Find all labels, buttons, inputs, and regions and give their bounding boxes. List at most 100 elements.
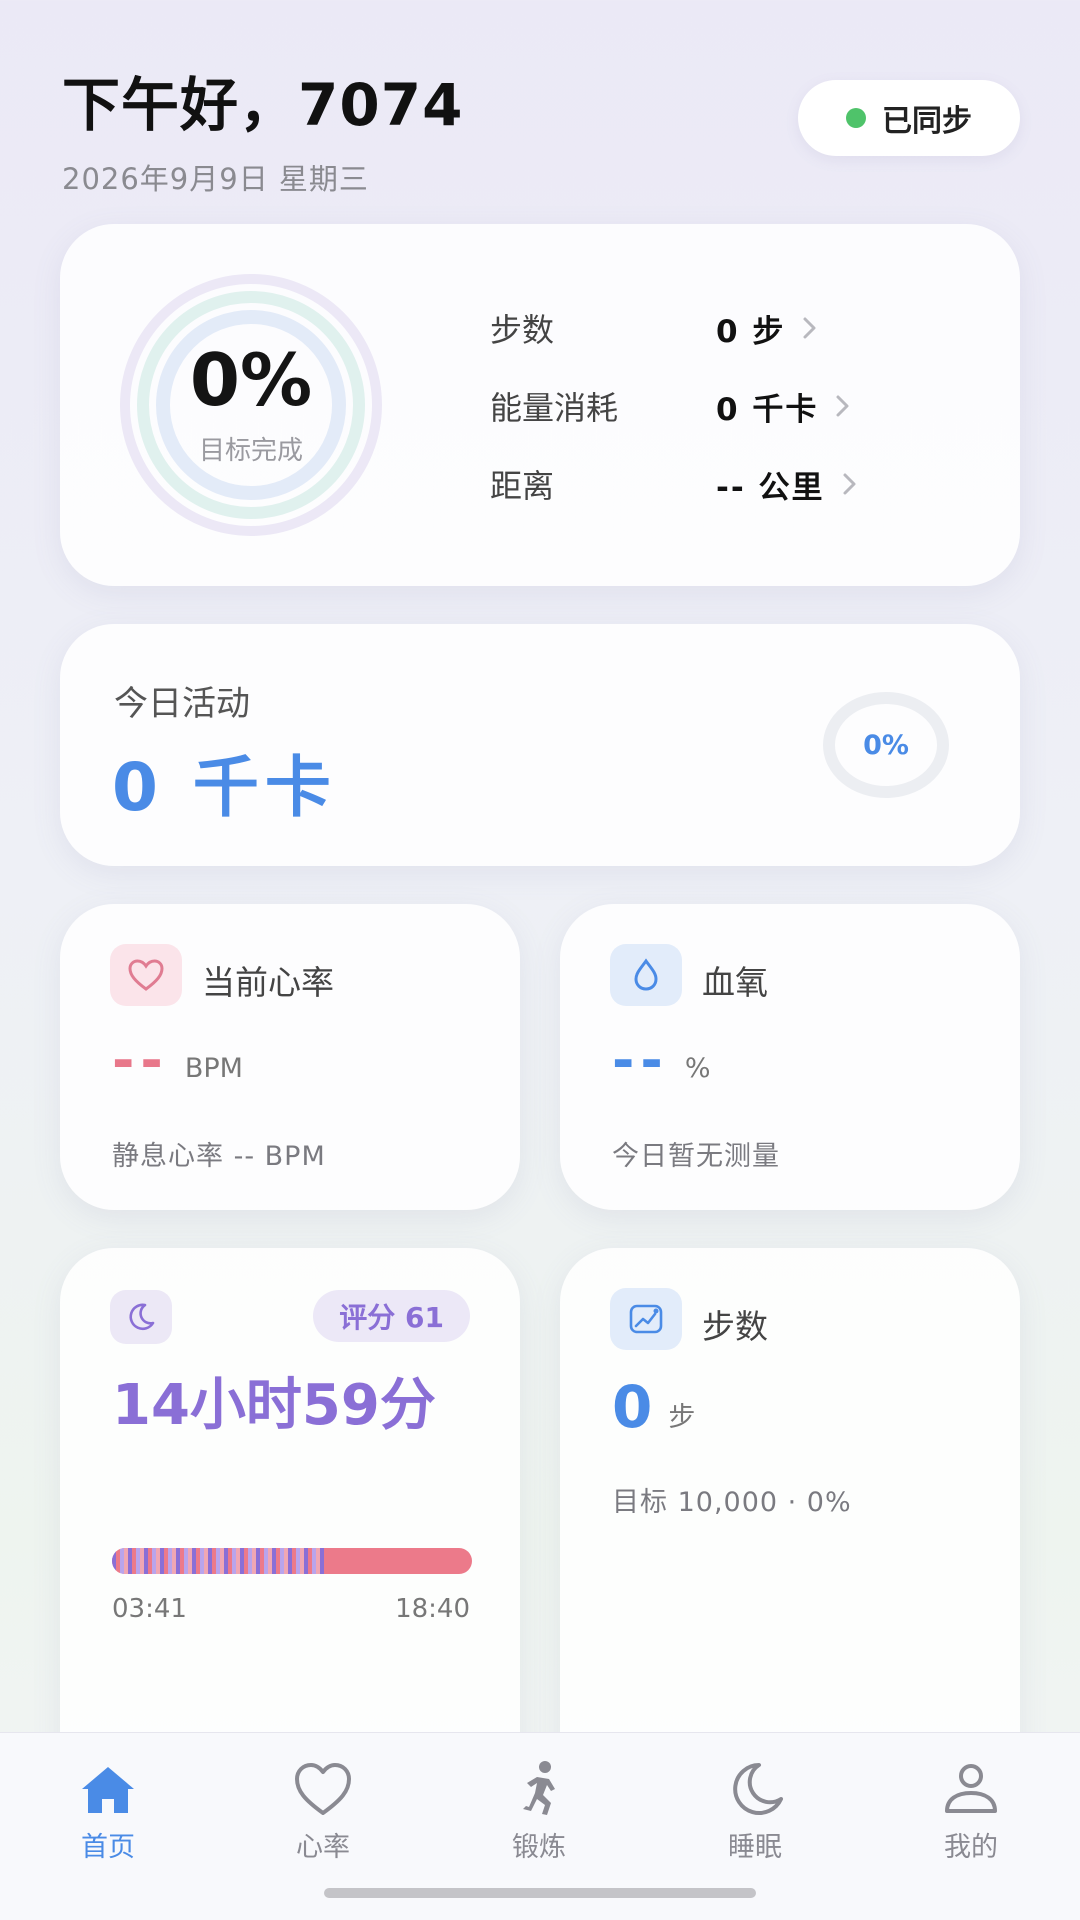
sleep-stage-segment — [132, 1548, 136, 1574]
blood-oxygen-card[interactable]: 血氧 -- % 今日暂无测量 — [560, 904, 1020, 1210]
trend-chart-icon — [610, 1288, 682, 1350]
activity-card[interactable]: 今日活动 0 千卡 0% — [60, 624, 1020, 866]
activity-percent: 0% — [863, 729, 909, 761]
stat-row-distance[interactable]: 距离 -- 公里 — [490, 454, 990, 514]
sleep-stage-bar — [112, 1548, 472, 1574]
sleep-stage-segment — [216, 1548, 220, 1574]
tab-profile[interactable]: 我的 — [891, 1759, 1051, 1864]
sleep-stage-segment — [280, 1548, 284, 1574]
sleep-stage-segment — [304, 1548, 308, 1574]
sleep-stage-segment — [244, 1548, 248, 1574]
goal-progress-center: 0% 目标完成 — [116, 270, 386, 540]
running-icon — [523, 1761, 555, 1815]
sleep-stage-segment — [240, 1548, 244, 1574]
stat-label: 距离 — [490, 467, 555, 505]
sleep-stage-segment — [276, 1548, 280, 1574]
tab-workout[interactable]: 锻炼 — [459, 1759, 619, 1864]
sleep-stage-segment — [256, 1548, 260, 1574]
sleep-stage-segment — [228, 1548, 232, 1574]
blood-oxygen-value: -- — [612, 1029, 669, 1092]
tab-sleep[interactable]: 睡眠 — [675, 1759, 835, 1864]
tab-label: 锻炼 — [512, 1832, 566, 1863]
stat-value: 0 步 — [716, 313, 786, 350]
sleep-stage-segment — [148, 1548, 152, 1574]
sleep-stage-segment — [152, 1548, 156, 1574]
sleep-stage-segment — [296, 1548, 300, 1574]
tab-label: 我的 — [944, 1832, 998, 1863]
sleep-stage-segment — [156, 1548, 160, 1574]
sleep-stage-segment — [264, 1548, 268, 1574]
steps-card[interactable]: 步数 0 步 目标 10,000 · 0% — [560, 1248, 1020, 1808]
stat-value: -- 公里 — [716, 469, 825, 506]
sleep-score-badge: 评分 61 — [313, 1290, 470, 1342]
sleep-stage-segment — [316, 1548, 320, 1574]
activity-value: 0 千卡 — [112, 749, 337, 826]
date-label: 2026年9月9日 星期三 — [62, 162, 369, 196]
sleep-stage-segment — [308, 1548, 312, 1574]
sleep-start-time: 03:41 — [112, 1594, 187, 1624]
steps-unit: 步 — [668, 1402, 696, 1433]
chevron-right-icon — [836, 395, 849, 417]
stat-value: 0 千卡 — [716, 391, 819, 428]
sleep-stage-segment — [124, 1548, 128, 1574]
stat-row-energy[interactable]: 能量消耗 0 千卡 — [490, 376, 990, 436]
sleep-stage-segment — [212, 1548, 216, 1574]
stat-label: 能量消耗 — [490, 389, 619, 427]
moon-icon — [110, 1290, 172, 1344]
blood-oxygen-title: 血氧 — [702, 963, 768, 1002]
greeting-title: 下午好，7074 — [62, 71, 464, 139]
sleep-stage-segment — [140, 1548, 144, 1574]
goal-summary-card[interactable]: 0% 目标完成 步数 0 步 能量消耗 0 千卡 距离 -- 公里 — [60, 224, 1020, 586]
sleep-stage-segment — [192, 1548, 196, 1574]
stat-row-steps[interactable]: 步数 0 步 — [490, 298, 990, 358]
goal-label: 目标完成 — [198, 435, 303, 466]
heart-rate-value-row: -- BPM — [112, 1034, 243, 1088]
steps-value-row: 0 步 — [612, 1378, 695, 1436]
heart-rate-card[interactable]: 当前心率 -- BPM 静息心率 -- BPM — [60, 904, 520, 1210]
sleep-stage-segment — [180, 1548, 184, 1574]
sleep-stage-segment — [172, 1548, 176, 1574]
sleep-stage-segment — [300, 1548, 304, 1574]
sleep-card[interactable]: 评分 61 14小时59分 03:41 18:40 — [60, 1248, 520, 1808]
sleep-stage-segment — [116, 1548, 120, 1574]
stat-label: 步数 — [490, 311, 555, 349]
sleep-stage-segment — [220, 1548, 224, 1574]
sleep-stage-segment — [128, 1548, 132, 1574]
home-indicator[interactable] — [324, 1888, 756, 1898]
home-icon — [82, 1767, 134, 1813]
sleep-stage-segment — [136, 1548, 140, 1574]
sleep-stage-segment — [120, 1548, 124, 1574]
tab-home[interactable]: 首页 — [28, 1759, 188, 1864]
sleep-stage-segment — [324, 1548, 328, 1574]
sleep-stage-segment — [208, 1548, 212, 1574]
heart-rate-value: -- — [112, 1029, 169, 1092]
sleep-stage-segment — [160, 1548, 164, 1574]
sleep-stage-segment — [200, 1548, 204, 1574]
sleep-stage-segment — [320, 1548, 324, 1574]
sleep-stage-segment — [224, 1548, 228, 1574]
sleep-duration: 14小时59分 — [112, 1373, 436, 1438]
sync-status-dot — [846, 108, 866, 128]
sleep-stage-segment — [188, 1548, 192, 1574]
steps-value: 0 — [612, 1373, 653, 1441]
goal-percent: 0% — [189, 337, 313, 422]
sleep-stage-segment — [288, 1548, 292, 1574]
sleep-stage-segment — [196, 1548, 200, 1574]
sleep-stage-segment — [204, 1548, 208, 1574]
sync-status-button[interactable]: 已同步 — [798, 80, 1020, 156]
sleep-stage-segment — [236, 1548, 240, 1574]
sleep-stage-segment — [312, 1548, 316, 1574]
chevron-right-icon — [803, 317, 816, 339]
sleep-stage-segment — [176, 1548, 180, 1574]
tab-label: 睡眠 — [728, 1832, 782, 1863]
water-drop-icon — [610, 944, 682, 1006]
tab-heart-rate[interactable]: 心率 — [243, 1759, 403, 1864]
moon-icon — [733, 1763, 783, 1815]
activity-label: 今日活动 — [114, 684, 250, 724]
sleep-stage-segment — [184, 1548, 188, 1574]
sleep-stage-segment — [232, 1548, 236, 1574]
sleep-stage-segment — [268, 1548, 272, 1574]
heart-rate-title: 当前心率 — [202, 963, 334, 1002]
blood-oxygen-unit: % — [684, 1053, 711, 1084]
sleep-stage-segment — [248, 1548, 252, 1574]
